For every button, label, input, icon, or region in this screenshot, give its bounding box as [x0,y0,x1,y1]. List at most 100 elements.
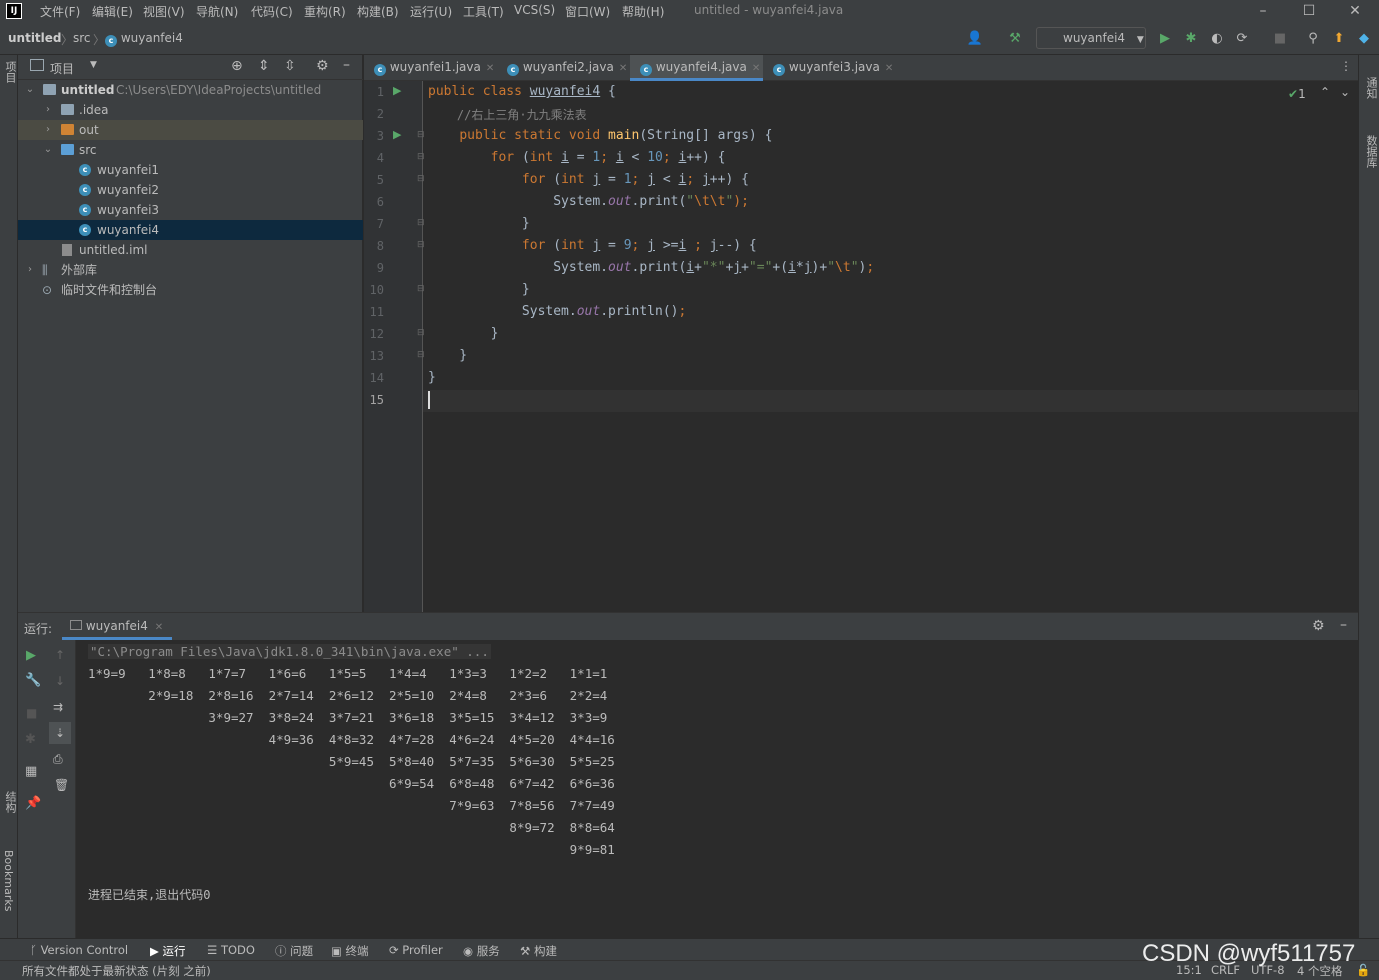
close-icon[interactable]: ✕ [885,63,893,74]
tree-item-idea[interactable]: › .idea [18,100,363,120]
tree-item-out[interactable]: › out [18,120,363,140]
minimize-icon[interactable]: – [1240,0,1286,22]
close-icon[interactable]: ✕ [752,63,760,74]
fold-icon[interactable]: ⊟ [417,240,425,250]
menu-run[interactable]: 运行(U) [410,3,452,20]
project-tool-tab[interactable]: 项目 [2,61,18,83]
tab-wuyanfei1[interactable]: c wuyanfei1.java ✕ [364,55,497,81]
notifications-tool-tab[interactable]: 通知 [1363,77,1379,99]
soft-wrap-icon[interactable]: ⇉ [53,700,63,714]
tree-item-scratches[interactable]: ⊙ 临时文件和控制台 [18,280,363,300]
tool-services[interactable]: ◉ 服务 [463,943,500,959]
profile-icon[interactable]: ⟳ [1233,30,1251,48]
fold-icon[interactable]: ⊟ [417,284,425,294]
menu-vcs[interactable]: VCS(S) [514,3,555,17]
trash-icon[interactable]: 🗑 [54,778,69,792]
scroll-to-end-icon[interactable]: ⇣ [49,722,71,744]
inspection-ok-icon[interactable]: ✔1 [1288,87,1306,101]
run-icon[interactable]: ▶ [1156,30,1174,48]
fold-icon[interactable]: ⊟ [417,152,425,162]
arrow-down-icon[interactable]: ↓ [55,674,65,688]
coverage-icon[interactable]: ◐ [1208,30,1226,48]
gear-icon[interactable]: ⚙ [316,58,329,74]
stop-icon[interactable]: ■ [26,706,37,720]
tool-todo[interactable]: ☰ TODO [207,943,255,957]
tree-item-file[interactable]: c wuyanfei1 [18,160,363,180]
fold-icon[interactable]: ⊟ [417,350,425,360]
maximize-icon[interactable]: ☐ [1286,0,1332,22]
wrench-icon[interactable]: 🔧 [25,673,41,688]
menu-window[interactable]: 窗口(W) [565,3,610,20]
menu-help[interactable]: 帮助(H) [622,3,664,20]
menu-edit[interactable]: 编辑(E) [92,3,133,20]
debug-icon[interactable]: ✱ [25,732,36,747]
tool-run[interactable]: ▶ 运行 [150,943,186,959]
breadcrumb-file[interactable]: c wuyanfei4 [105,31,183,47]
tree-item-root[interactable]: ⌄ untitled C:\Users\EDY\IdeaProjects\unt… [18,80,363,100]
hide-icon[interactable]: – [343,57,350,73]
menu-code[interactable]: 代码(C) [251,3,293,20]
structure-tool-tab[interactable]: 结构 [2,791,18,813]
update-icon[interactable]: ⬆ [1330,30,1348,48]
pin-icon[interactable]: 📌 [25,796,41,811]
tree-item-file[interactable]: c wuyanfei2 [18,180,363,200]
tree-item-file-selected[interactable]: c wuyanfei4 [18,220,363,240]
collapse-all-icon[interactable]: ⇳ [284,58,296,74]
tree-item-external-libs[interactable]: › ⫼ 外部库 [18,260,363,280]
database-tool-tab[interactable]: 数据库 [1363,135,1379,168]
menu-file[interactable]: 文件(F) [40,3,80,20]
tab-wuyanfei3[interactable]: c wuyanfei3.java ✕ [763,55,896,81]
locate-icon[interactable]: ⊕ [231,58,243,74]
tool-profiler[interactable]: ⟳ Profiler [389,943,443,957]
layout-icon[interactable]: ▦ [25,764,37,779]
tree-item-src[interactable]: ⌄ src [18,140,363,160]
search-icon[interactable]: ⚲ [1304,30,1322,48]
chevron-down-icon[interactable]: ▼ [90,60,97,70]
hide-icon[interactable]: – [1340,617,1347,633]
tab-wuyanfei4[interactable]: c wuyanfei4.java ✕ [630,55,763,81]
expand-all-icon[interactable]: ⇕ [258,58,270,74]
tree-item-file[interactable]: c wuyanfei3 [18,200,363,220]
menu-refactor[interactable]: 重构(R) [304,3,346,20]
run-tab[interactable]: wuyanfei4 ✕ [62,613,172,640]
debug-icon[interactable]: ✱ [1182,30,1200,48]
breadcrumb-folder[interactable]: src [73,31,91,45]
run-gutter-icon[interactable]: ▶ [393,128,401,141]
plugin-icon[interactable]: ◆ [1355,30,1373,48]
breadcrumb-project[interactable]: untitled [8,31,62,45]
stop-icon[interactable]: ■ [1271,30,1289,48]
menu-tools[interactable]: 工具(T) [463,3,504,20]
tool-build[interactable]: ⚒ 构建 [520,943,557,959]
chevron-down-icon[interactable]: ⌄ [1340,85,1350,99]
run-gutter-icon[interactable]: ▶ [393,84,401,97]
more-tabs-icon[interactable]: ⋮ [1340,59,1352,73]
close-icon[interactable]: ✕ [486,63,494,74]
lock-icon[interactable]: 🔓 [1356,963,1370,977]
chevron-up-icon[interactable]: ⌃ [1320,85,1330,99]
tool-version-control[interactable]: ᚴ Version Control [30,943,128,957]
tab-wuyanfei2[interactable]: c wuyanfei2.java ✕ [497,55,630,81]
fold-icon[interactable]: ⊟ [417,130,425,140]
build-hammer-icon[interactable]: ⚒ [1006,30,1024,48]
close-icon[interactable]: ✕ [155,622,163,633]
code-line-9: System.out.print(i+"*"+j+"="+(i*j)+"\t")… [428,260,875,275]
rerun-icon[interactable]: ▶ [26,648,36,663]
bookmarks-tool-tab[interactable]: Bookmarks [2,850,15,911]
fold-icon[interactable]: ⊟ [417,328,425,338]
menu-build[interactable]: 构建(B) [357,3,399,20]
fold-icon[interactable]: ⊟ [417,174,425,184]
menu-navigate[interactable]: 导航(N) [196,3,238,20]
tree-item-iml[interactable]: untitled.iml [18,240,363,260]
close-icon[interactable]: ✕ [1332,0,1378,22]
fold-icon[interactable]: ⊟ [417,218,425,228]
arrow-up-icon[interactable]: ↑ [55,648,65,662]
user-icon[interactable]: 👤 [966,30,984,48]
close-icon[interactable]: ✕ [619,63,627,74]
gear-icon[interactable]: ⚙ [1312,618,1325,634]
menu-view[interactable]: 视图(V) [143,3,185,20]
tool-problems[interactable]: ⓘ 问题 [275,943,313,959]
print-icon[interactable]: ⎙ [53,752,63,767]
tool-terminal[interactable]: ▣ 终端 [331,943,369,959]
project-panel-title[interactable]: 项目 [50,60,74,77]
run-config-dropdown[interactable]: wuyanfei4 ▼ [1036,27,1146,49]
